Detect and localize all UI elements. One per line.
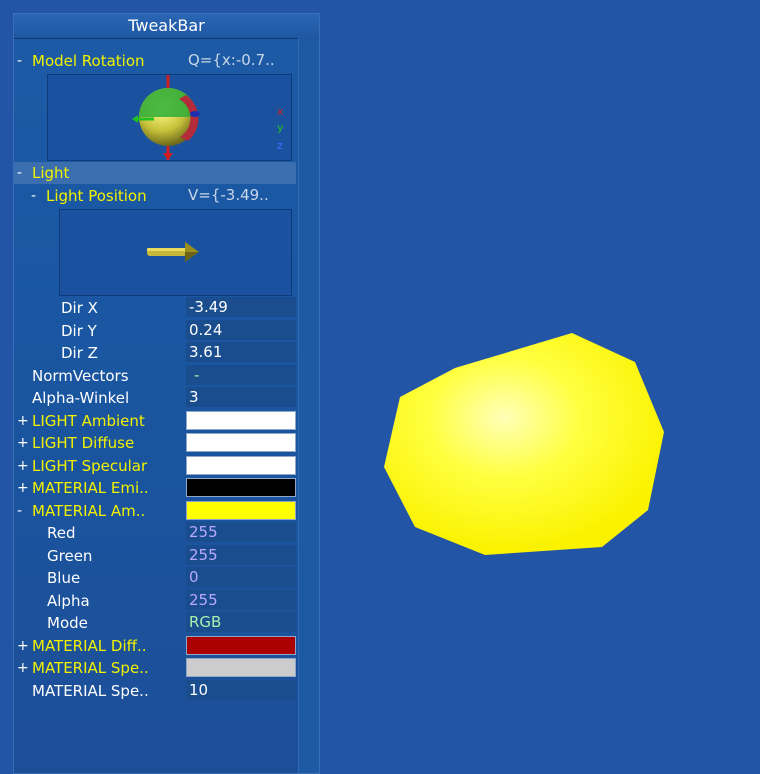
red-row[interactable]: Red 255 — [14, 522, 299, 544]
light-specular-label: LIGHT Specular — [32, 457, 148, 475]
light-diffuse-swatch[interactable] — [186, 433, 296, 452]
model-rotation-label: Model Rotation — [32, 52, 145, 70]
light-ambient-row[interactable]: + LIGHT Ambient — [14, 410, 299, 432]
direction-preview[interactable] — [59, 209, 292, 296]
material-diffuse-label: MATERIAL Diff.. — [32, 637, 147, 655]
alpha-label: Alpha — [47, 592, 90, 610]
expand-toggle[interactable]: + — [17, 635, 29, 657]
material-specular-label: MATERIAL Spe.. — [32, 659, 149, 677]
collapse-toggle[interactable]: - — [17, 500, 22, 522]
mode-row[interactable]: Mode RGB — [14, 612, 299, 634]
model-rotation-value: Q={x:-0.7.. — [188, 51, 275, 69]
dir-z-input[interactable]: 3.61 — [186, 342, 296, 362]
light-diffuse-label: LIGHT Diffuse — [32, 434, 135, 452]
green-row[interactable]: Green 255 — [14, 545, 299, 567]
expand-toggle[interactable]: + — [17, 477, 29, 499]
material-emission-swatch[interactable] — [186, 478, 296, 497]
material-shininess-input[interactable]: 10 — [186, 680, 296, 700]
alpha-winkel-input[interactable]: 3 — [186, 387, 296, 407]
axis-x-label: x — [277, 105, 284, 118]
dir-x-row[interactable]: Dir X -3.49 — [14, 297, 299, 319]
dir-y-label: Dir Y — [61, 322, 97, 340]
light-position-row[interactable]: - Light Position V={-3.49.. — [14, 185, 299, 207]
blue-row[interactable]: Blue 0 — [14, 567, 299, 589]
axis-z-label: z — [277, 139, 283, 152]
collapse-toggle[interactable]: - — [17, 50, 22, 72]
tweakbar-panel[interactable]: TweakBar - Model Rotation Q={x:-0.7.. x … — [13, 13, 320, 774]
alpha-winkel-label: Alpha-Winkel — [32, 389, 130, 407]
light-ambient-swatch[interactable] — [186, 411, 296, 430]
green-input[interactable]: 255 — [186, 545, 296, 565]
light-diffuse-row[interactable]: + LIGHT Diffuse — [14, 432, 299, 454]
alpha-winkel-row[interactable]: Alpha-Winkel 3 — [14, 387, 299, 409]
dir-y-row[interactable]: Dir Y 0.24 — [14, 320, 299, 342]
material-shininess-row[interactable]: MATERIAL Spe.. 10 — [14, 680, 299, 702]
rotation-preview[interactable]: x y z — [47, 74, 292, 161]
blue-label: Blue — [47, 569, 81, 587]
material-specular-row[interactable]: + MATERIAL Spe.. — [14, 657, 299, 679]
light-ambient-label: LIGHT Ambient — [32, 412, 145, 430]
light-group-row[interactable]: - Light — [14, 162, 296, 184]
dir-z-row[interactable]: Dir Z 3.61 — [14, 342, 299, 364]
material-shininess-label: MATERIAL Spe.. — [32, 682, 149, 700]
light-specular-row[interactable]: + LIGHT Specular — [14, 455, 299, 477]
material-specular-swatch[interactable] — [186, 658, 296, 677]
expand-toggle[interactable]: + — [17, 432, 29, 454]
light-position-value: V={-3.49.. — [188, 186, 269, 204]
norm-vectors-row[interactable]: NormVectors - — [14, 365, 299, 387]
direction-arrow-icon — [147, 242, 199, 262]
green-label: Green — [47, 547, 93, 565]
axis-y-label: y — [277, 121, 284, 134]
material-emission-label: MATERIAL Emi.. — [32, 479, 149, 497]
light-group-label: Light — [32, 164, 70, 182]
collapse-toggle[interactable]: - — [17, 162, 22, 184]
dir-x-label: Dir X — [61, 299, 98, 317]
red-label: Red — [47, 524, 76, 542]
rotation-sphere-icon: x y z — [132, 75, 284, 160]
norm-vectors-label: NormVectors — [32, 367, 129, 385]
material-ambient-row[interactable]: - MATERIAL Am.. — [14, 500, 299, 522]
red-input[interactable]: 255 — [186, 522, 296, 542]
model-rotation-row[interactable]: - Model Rotation Q={x:-0.7.. — [14, 50, 299, 72]
expand-toggle[interactable]: + — [17, 657, 29, 679]
scrollbar[interactable] — [298, 38, 319, 773]
collapse-toggle[interactable]: - — [31, 185, 36, 207]
expand-toggle[interactable]: + — [17, 410, 29, 432]
light-specular-swatch[interactable] — [186, 456, 296, 475]
mode-select[interactable]: RGB — [186, 612, 296, 632]
dir-y-input[interactable]: 0.24 — [186, 320, 296, 340]
norm-vectors-toggle[interactable]: - — [186, 365, 296, 385]
material-diffuse-row[interactable]: + MATERIAL Diff.. — [14, 635, 299, 657]
material-diffuse-swatch[interactable] — [186, 636, 296, 655]
alpha-input[interactable]: 255 — [186, 590, 296, 610]
dir-z-label: Dir Z — [61, 344, 98, 362]
lit-sphere-object — [384, 333, 664, 555]
material-ambient-label: MATERIAL Am.. — [32, 502, 146, 520]
material-ambient-swatch[interactable] — [186, 501, 296, 520]
expand-toggle[interactable]: + — [17, 455, 29, 477]
blue-input[interactable]: 0 — [186, 567, 296, 587]
material-emission-row[interactable]: + MATERIAL Emi.. — [14, 477, 299, 499]
tweakbar-title[interactable]: TweakBar — [14, 14, 319, 39]
alpha-row[interactable]: Alpha 255 — [14, 590, 299, 612]
dir-x-input[interactable]: -3.49 — [186, 297, 296, 317]
light-position-label: Light Position — [46, 187, 147, 205]
mode-label: Mode — [47, 614, 88, 632]
